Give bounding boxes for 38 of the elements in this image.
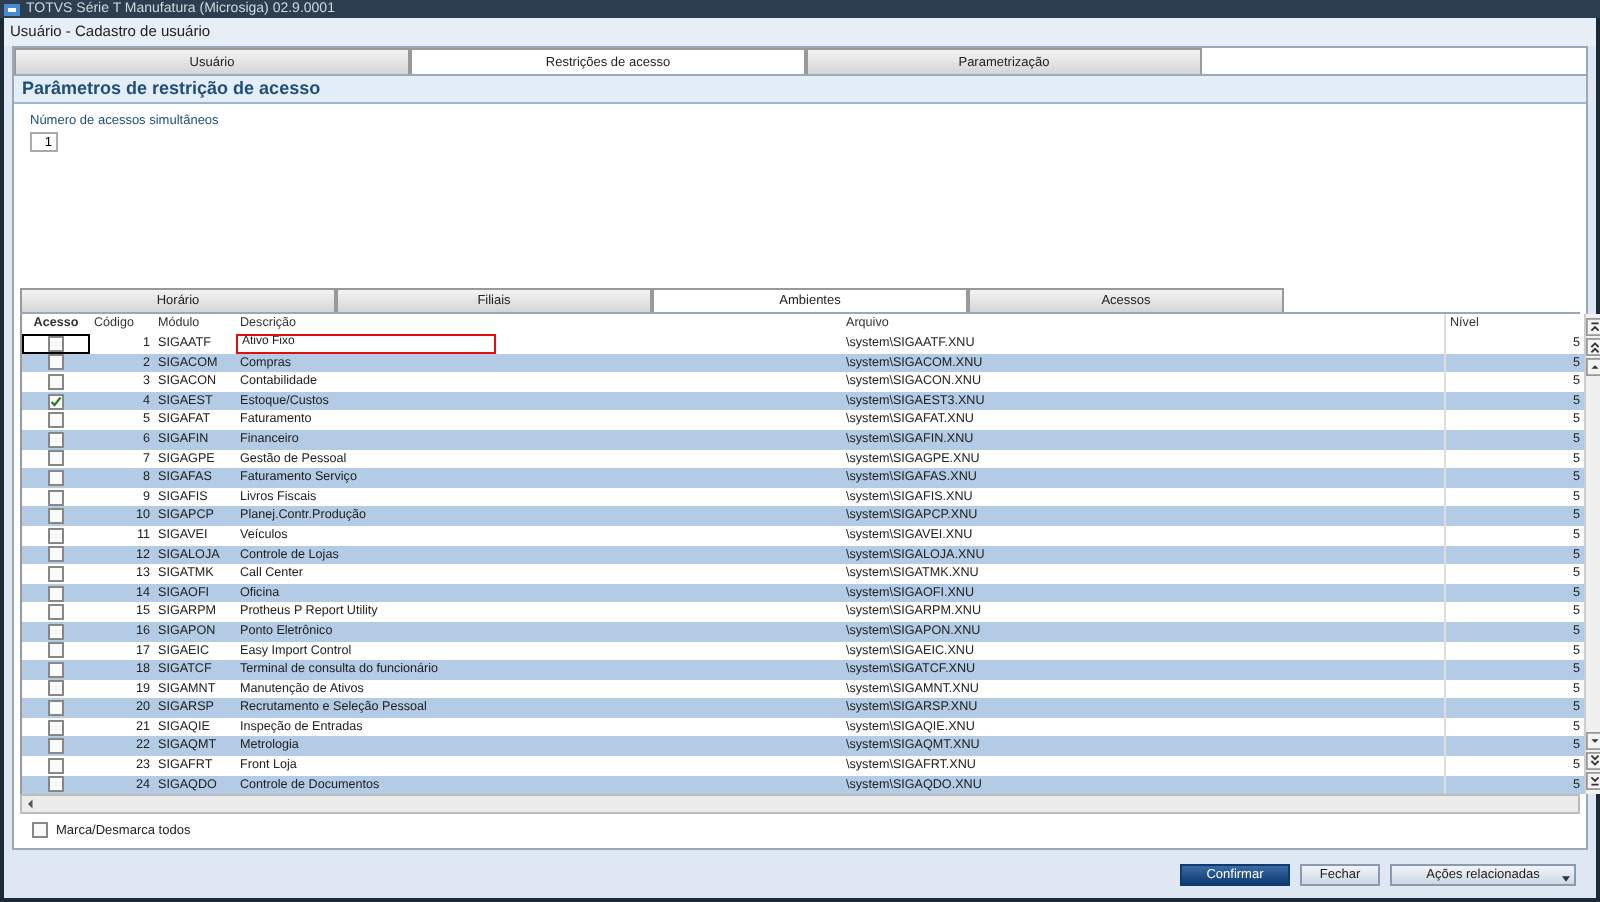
page-down-icon[interactable] [1586,752,1600,770]
checkbox[interactable] [48,335,64,352]
checkbox[interactable] [48,393,64,410]
checkbox[interactable] [48,546,64,563]
checkbox[interactable] [48,661,64,678]
checkbox[interactable] [48,431,64,448]
checkbox[interactable] [48,642,64,659]
checkbox[interactable] [48,450,64,467]
checkbox[interactable] [48,585,64,602]
checkbox[interactable] [48,719,64,736]
checkbox[interactable] [48,776,64,793]
checkbox[interactable] [48,700,64,717]
checkbox[interactable] [48,489,64,506]
checkbox[interactable] [48,680,64,697]
checkbox[interactable] [48,604,64,621]
checkbox[interactable] [48,373,64,390]
scroll-left-icon[interactable] [26,798,36,810]
checkbox[interactable] [48,527,64,544]
scroll-bottom-icon[interactable] [1586,772,1600,790]
checkbox[interactable] [48,565,64,582]
scroll-top-icon[interactable] [1586,318,1600,336]
checkbox[interactable] [48,508,64,525]
checkbox[interactable] [48,738,64,755]
horizontal-scrollbar[interactable] [20,794,1580,814]
scroll-down-icon[interactable] [1586,732,1600,750]
checkbox[interactable] [48,354,64,371]
caret-icon [1562,875,1570,881]
checkbox[interactable] [48,412,64,429]
checkbox[interactable] [48,757,64,774]
scroll-up-icon[interactable] [1586,358,1600,376]
section-title: Parâmetros de restrição de acesso [14,76,1586,104]
app-icon [4,1,20,17]
checkbox[interactable] [48,469,64,486]
page-up-icon[interactable] [1586,338,1600,356]
checkbox[interactable] [48,623,64,640]
scrollbar[interactable] [1584,314,1600,794]
checkbox[interactable] [32,822,48,838]
focused-cell[interactable] [22,334,90,354]
